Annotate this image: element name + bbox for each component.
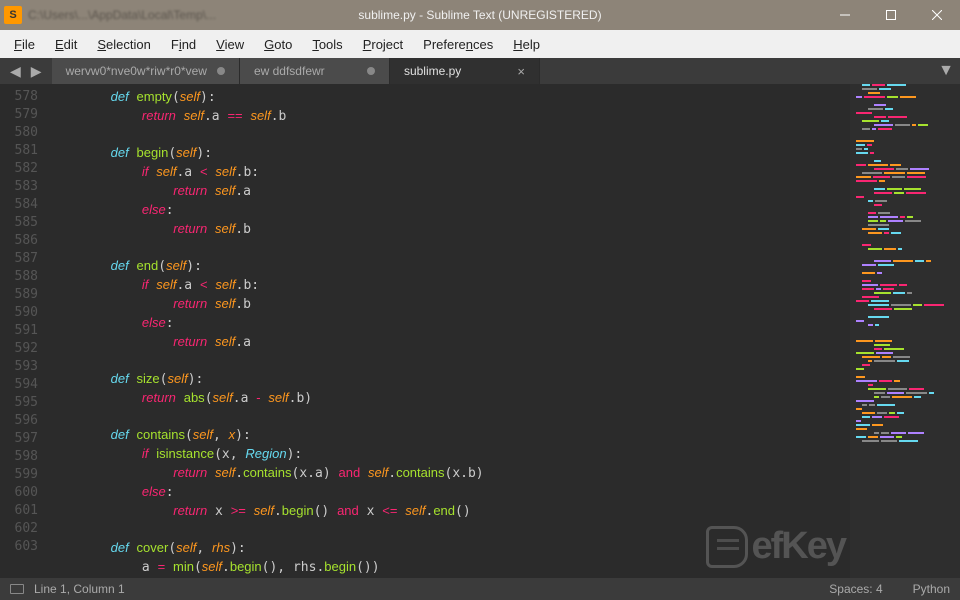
nav-forward-button[interactable]: ▶ [27,61,46,82]
watermark-icon [706,526,748,568]
tab-label: ew ddfsdfewr [254,64,357,78]
indentation-setting[interactable]: Spaces: 4 [829,582,882,596]
menu-tools[interactable]: Tools [302,33,352,56]
watermark-text: efKey [752,525,846,568]
statusbar-right: Spaces: 4 Python [829,582,950,596]
minimap-content [856,84,954,444]
minimize-button[interactable] [822,0,868,30]
code-editor[interactable]: def empty(self): return self.a == self.b… [48,84,850,578]
statusbar: Line 1, Column 1 Spaces: 4 Python [0,578,960,600]
editor-area: 578 579 580 581 582 583 584 585 586 587 … [0,84,960,578]
line-gutter[interactable]: 578 579 580 581 582 583 584 585 586 587 … [0,84,48,578]
titlebar-path: C:\Users\...\AppData\Local\Temp\... [28,8,216,22]
close-icon [932,10,942,20]
menu-goto[interactable]: Goto [254,33,302,56]
dirty-indicator-icon [367,67,375,75]
statusbar-left: Line 1, Column 1 [10,582,125,596]
menu-preferences[interactable]: Preferences [413,33,503,56]
maximize-button[interactable] [868,0,914,30]
cursor-position[interactable]: Line 1, Column 1 [34,582,125,596]
menu-edit[interactable]: Edit [45,33,87,56]
tab-ew-ddfsdfewr[interactable]: ew ddfsdfewr [240,58,390,84]
menu-project[interactable]: Project [353,33,413,56]
menu-file[interactable]: File [4,33,45,56]
watermark-logo: efKey [706,525,846,568]
dirty-indicator-icon [217,67,225,75]
minimap[interactable] [850,84,960,578]
tab-wervw0-nve0w-riw-r0-vew[interactable]: wervw0*nve0w*riw*r0*vew [52,58,240,84]
tab-label: wervw0*nve0w*riw*r0*vew [66,64,207,78]
window: S C:\Users\...\AppData\Local\Temp\... su… [0,0,960,600]
window-controls [822,0,960,30]
tabs: wervw0*nve0w*riw*r0*vew ew ddfsdfewr subli… [52,58,932,84]
app-icon: S [4,6,22,24]
maximize-icon [886,10,896,20]
menubar: FileEditSelectionFindViewGotoToolsProjec… [0,30,960,58]
tab-sublime-py[interactable]: sublime.py × [390,58,540,84]
tabs-dropdown-button[interactable]: ▼ [932,62,960,80]
panel-icon[interactable] [10,584,24,594]
syntax-setting[interactable]: Python [913,582,950,596]
titlebar[interactable]: S C:\Users\...\AppData\Local\Temp\... su… [0,0,960,30]
menu-view[interactable]: View [206,33,254,56]
titlebar-left: S C:\Users\...\AppData\Local\Temp\... [0,6,216,24]
menu-help[interactable]: Help [503,33,550,56]
nav-arrows: ◀ ▶ [0,61,52,82]
window-title: sublime.py - Sublime Text (UNREGISTERED) [358,8,601,22]
menu-selection[interactable]: Selection [87,33,160,56]
close-button[interactable] [914,0,960,30]
tab-label: sublime.py [404,64,507,78]
minimize-icon [840,10,850,20]
tab-bar: ◀ ▶ wervw0*nve0w*riw*r0*vew ew ddfsdfewr s… [0,58,960,84]
nav-back-button[interactable]: ◀ [6,61,25,82]
menu-find[interactable]: Find [161,33,206,56]
tab-close-icon[interactable]: × [517,64,525,79]
